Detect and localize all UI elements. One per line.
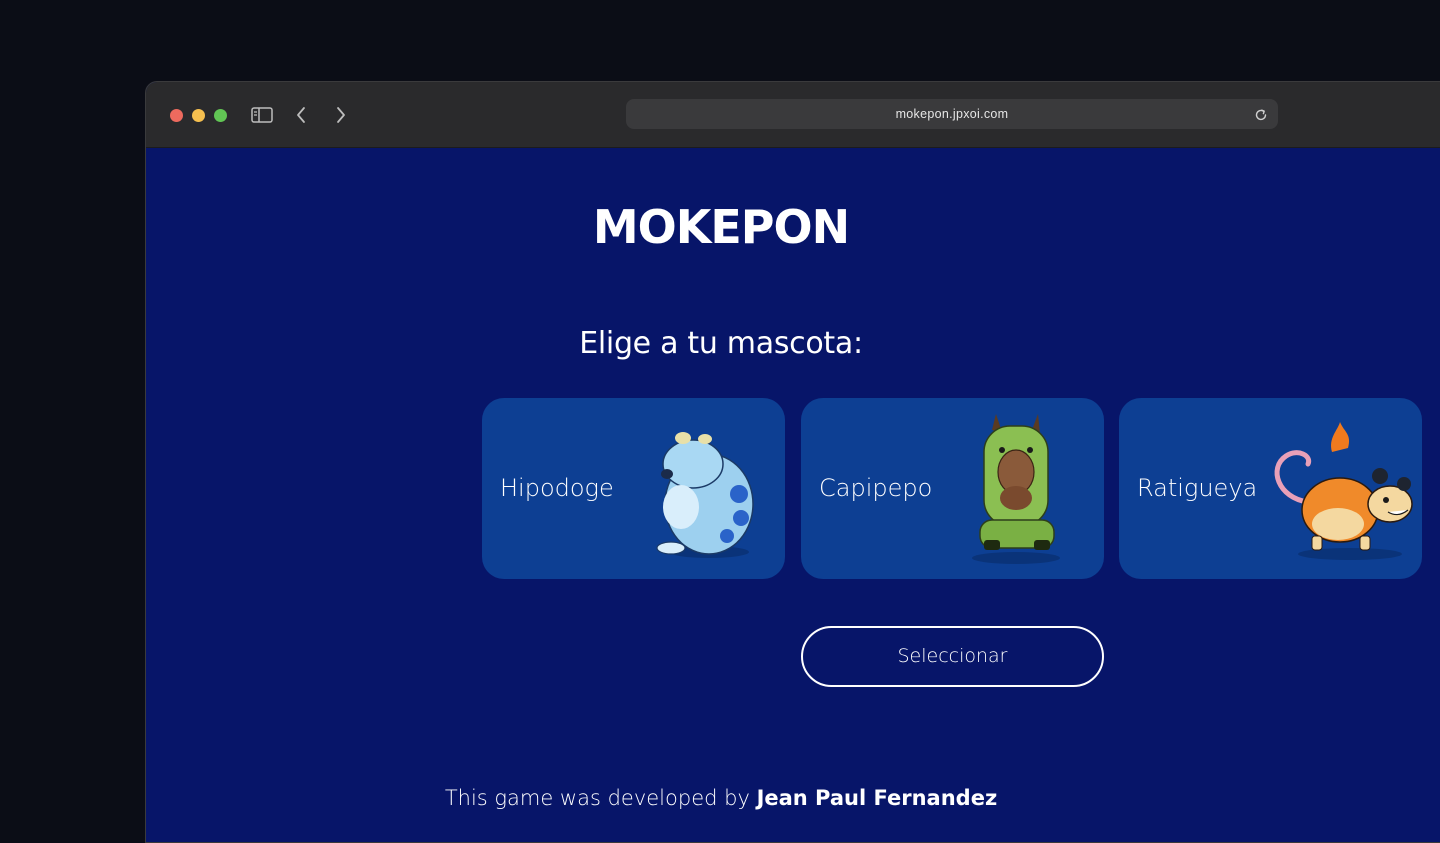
pet-name: Hipodoge — [500, 474, 614, 502]
browser-window: mokepon.jpxoi.com MOKEPON Elige a tu mas… — [145, 81, 1440, 843]
browser-toolbar: mokepon.jpxoi.com — [146, 82, 1440, 148]
page-subtitle: Elige a tu mascota: — [579, 326, 863, 361]
footer-credit: This game was developed by Jean Paul Fer… — [401, 786, 1041, 810]
page-logo: MOKEPON — [592, 200, 850, 254]
footer-prefix: This game was developed by — [444, 786, 757, 810]
ratigueya-illustration — [1274, 422, 1413, 560]
zoom-window-button[interactable] — [214, 109, 227, 122]
page-content: MOKEPON Elige a tu mascota: Hipodoge Cap… — [146, 148, 1440, 842]
back-icon[interactable] — [289, 104, 313, 126]
forward-icon[interactable] — [329, 104, 353, 126]
select-pet-button[interactable]: Seleccionar — [801, 626, 1104, 687]
pet-card-capipepo[interactable]: Capipepo — [801, 398, 1104, 579]
sidebar-icon[interactable] — [250, 104, 274, 126]
pet-name: Capipepo — [819, 474, 933, 502]
minimize-window-button[interactable] — [192, 109, 205, 122]
close-window-button[interactable] — [170, 109, 183, 122]
hipodoge-illustration — [656, 432, 754, 558]
author-name: Jean Paul Fernandez — [756, 786, 998, 810]
reload-icon[interactable] — [1254, 107, 1268, 121]
pet-card-ratigueya[interactable]: Ratigueya — [1119, 398, 1422, 579]
address-bar[interactable]: mokepon.jpxoi.com — [626, 99, 1278, 129]
pet-card-hipodoge[interactable]: Hipodoge — [482, 398, 785, 579]
pet-name: Ratigueya — [1137, 474, 1258, 502]
url-text: mokepon.jpxoi.com — [895, 107, 1009, 121]
capipepo-illustration — [972, 414, 1060, 564]
